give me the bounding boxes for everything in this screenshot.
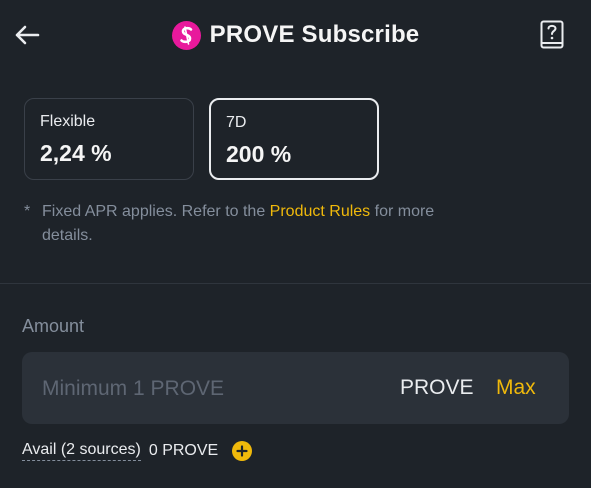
- term-card-flexible[interactable]: Flexible 2,24 %: [24, 98, 194, 180]
- page-title-group: PROVE Subscribe: [0, 18, 591, 52]
- term-apr-value: 200 %: [226, 141, 292, 167]
- avail-value: 0 PROVE: [148, 442, 219, 459]
- page-title: PROVE Subscribe: [209, 21, 420, 48]
- prove-token-logo: [171, 20, 201, 50]
- plus-circle-icon: [236, 445, 248, 457]
- note-text-after: for more: [370, 203, 435, 220]
- max-button[interactable]: Max: [496, 352, 536, 424]
- add-funds-button[interactable]: [232, 441, 253, 461]
- amount-input[interactable]: [40, 352, 374, 426]
- prove-logo-icon: [179, 25, 192, 45]
- note-asterisk: *: [24, 203, 31, 220]
- amount-field: PROVE Max: [22, 352, 569, 426]
- term-label: 7D: [226, 114, 247, 131]
- amount-label: Amount: [22, 316, 85, 336]
- term-apr-value: 2,24 %: [40, 140, 112, 166]
- note-text: Fixed APR applies. Refer to the: [42, 203, 270, 220]
- product-rules-link[interactable]: Product Rules: [270, 203, 371, 220]
- available-balance: Avail (2 sources) 0 PROVE: [22, 438, 253, 464]
- apr-note: * Fixed APR applies. Refer to the Product…: [24, 200, 494, 248]
- term-card-7d[interactable]: 7D 200 %: [209, 98, 379, 180]
- term-label: Flexible: [40, 113, 96, 130]
- amount-unit: PROVE: [400, 376, 474, 399]
- header: PROVE Subscribe: [0, 0, 591, 72]
- book-question-icon: [540, 20, 564, 49]
- help-button[interactable]: [537, 19, 567, 51]
- note-text-line2: details.: [42, 227, 93, 244]
- avail-sources-link[interactable]: Avail (2 sources): [22, 441, 141, 461]
- section-divider: [0, 283, 591, 284]
